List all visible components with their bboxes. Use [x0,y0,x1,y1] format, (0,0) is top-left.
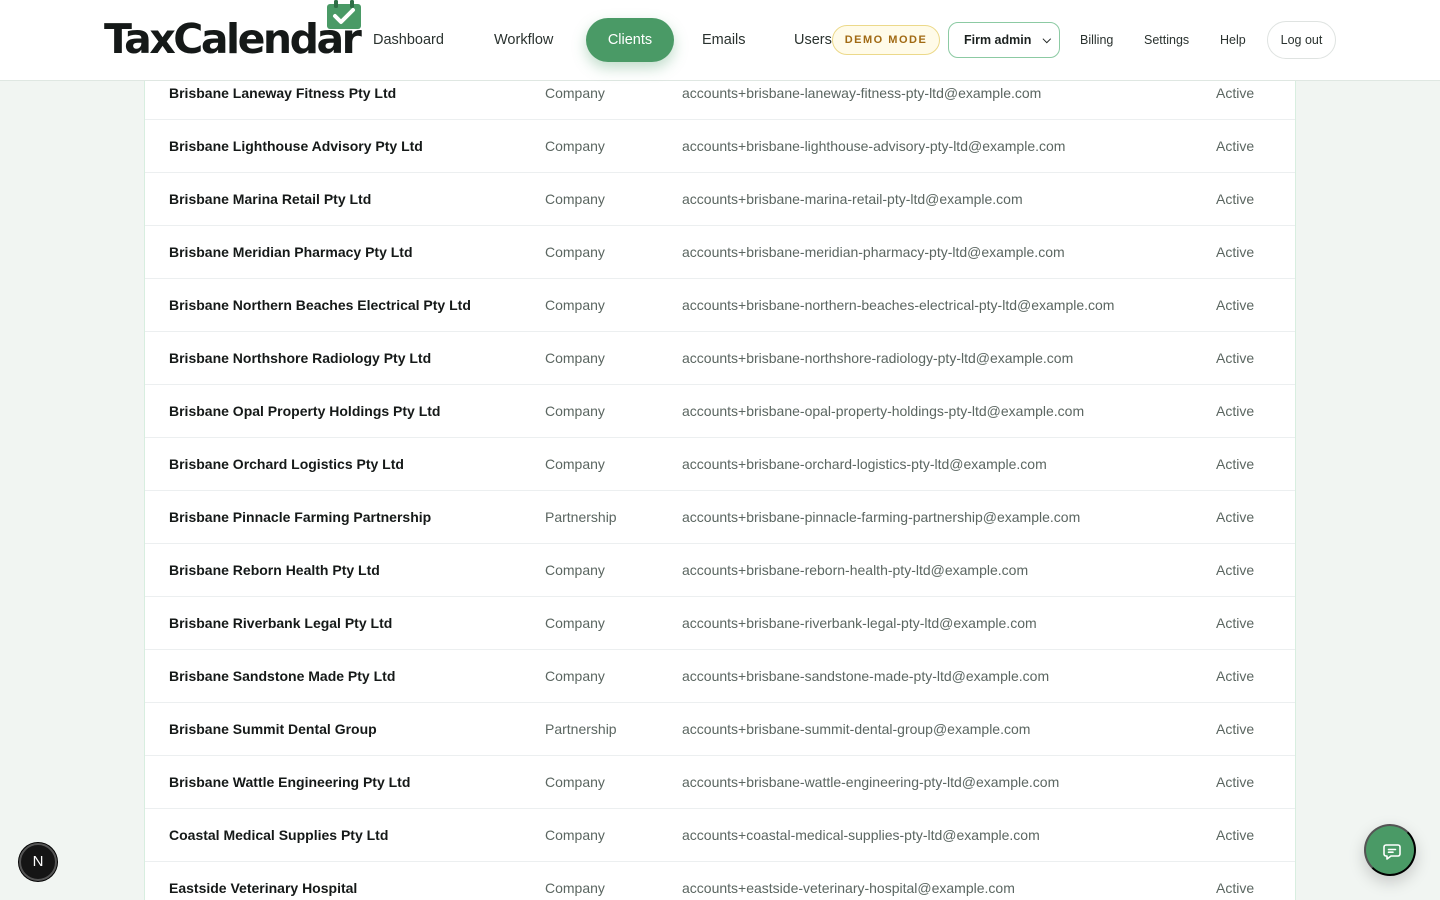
next-logo-icon: N [32,853,44,870]
table-row[interactable]: Brisbane Northern Beaches Electrical Pty… [145,279,1295,332]
client-type: Company [545,244,605,260]
table-row[interactable]: Coastal Medical Supplies Pty Ltd Company… [145,809,1295,862]
role-select-value: Firm admin [964,33,1032,47]
client-email: accounts+brisbane-summit-dental-group@ex… [682,721,1031,737]
nav-dashboard[interactable]: Dashboard [373,0,444,80]
client-name[interactable]: Brisbane Summit Dental Group [169,703,377,756]
nav-billing[interactable]: Billing [1080,0,1113,80]
table-row[interactable]: Brisbane Pinnacle Farming Partnership Pa… [145,491,1295,544]
client-type: Company [545,191,605,207]
client-type: Company [545,297,605,313]
client-status: Active [1216,350,1255,366]
client-name[interactable]: Brisbane Pinnacle Farming Partnership [169,491,431,544]
table-row[interactable]: Brisbane Opal Property Holdings Pty Ltd … [145,385,1295,438]
client-status: Active [1216,509,1255,525]
client-name[interactable]: Brisbane Wattle Engineering Pty Ltd [169,756,410,809]
table-row[interactable]: Brisbane Riverbank Legal Pty Ltd Company… [145,597,1295,650]
table-row[interactable]: Brisbane Marina Retail Pty Ltd Company a… [145,173,1295,226]
client-type: Company [545,880,605,896]
client-name[interactable]: Brisbane Orchard Logistics Pty Ltd [169,438,404,491]
client-email: accounts+brisbane-lighthouse-advisory-pt… [682,138,1066,154]
client-type: Partnership [545,721,617,737]
logout-button[interactable]: Log out [1267,21,1336,59]
client-type: Company [545,615,605,631]
table-row[interactable]: Brisbane Wattle Engineering Pty Ltd Comp… [145,756,1295,809]
client-email: accounts+brisbane-meridian-pharmacy-pty-… [682,244,1065,260]
table-row[interactable]: Brisbane Reborn Health Pty Ltd Company a… [145,544,1295,597]
client-status: Active [1216,562,1255,578]
client-email: accounts+brisbane-riverbank-legal-pty-lt… [682,615,1037,631]
dev-tools-button[interactable]: N [19,843,57,881]
table-row[interactable]: Brisbane Orchard Logistics Pty Ltd Compa… [145,438,1295,491]
client-name[interactable]: Brisbane Lighthouse Advisory Pty Ltd [169,120,423,173]
table-row[interactable]: Brisbane Sandstone Made Pty Ltd Company … [145,650,1295,703]
nav-users[interactable]: Users [794,0,832,80]
client-email: accounts+brisbane-reborn-health-pty-ltd@… [682,562,1029,578]
client-email: accounts+brisbane-opal-property-holdings… [682,403,1085,419]
client-name[interactable]: Eastside Veterinary Hospital [169,862,357,900]
client-email: accounts+brisbane-marina-retail-pty-ltd@… [682,191,1023,207]
top-navigation-bar: TaxCalendar Dashboard Workflow Clients E… [0,0,1440,81]
client-type: Company [545,774,605,790]
client-email: accounts+eastside-veterinary-hospital@ex… [682,880,1015,896]
nav-clients[interactable]: Clients [586,18,674,62]
client-status: Active [1216,880,1255,896]
chat-button[interactable] [1364,824,1416,876]
client-name[interactable]: Brisbane Riverbank Legal Pty Ltd [169,597,392,650]
client-status: Active [1216,403,1255,419]
brand-logo[interactable]: TaxCalendar [104,0,372,70]
nav-workflow[interactable]: Workflow [494,0,553,80]
table-row[interactable]: Brisbane Summit Dental Group Partnership… [145,703,1295,756]
nav-emails[interactable]: Emails [702,0,746,80]
client-type: Company [545,350,605,366]
nav-settings[interactable]: Settings [1144,0,1189,80]
table-row[interactable]: Brisbane Lighthouse Advisory Pty Ltd Com… [145,120,1295,173]
client-status: Active [1216,615,1255,631]
client-name[interactable]: Brisbane Northshore Radiology Pty Ltd [169,332,431,385]
client-email: accounts+brisbane-pinnacle-farming-partn… [682,509,1081,525]
client-name[interactable]: Brisbane Northern Beaches Electrical Pty… [169,279,471,332]
demo-mode-badge: DEMO MODE [832,25,940,55]
client-status: Active [1216,721,1255,737]
brand-logo-text: TaxCalendar [104,15,362,63]
client-status: Active [1216,297,1255,313]
client-name[interactable]: Brisbane Marina Retail Pty Ltd [169,173,371,226]
client-type: Company [545,668,605,684]
table-row[interactable]: Brisbane Meridian Pharmacy Pty Ltd Compa… [145,226,1295,279]
table-row[interactable]: Eastside Veterinary Hospital Company acc… [145,862,1295,900]
nav-help[interactable]: Help [1220,0,1246,80]
client-email: accounts+coastal-medical-supplies-pty-lt… [682,827,1040,843]
client-email: accounts+brisbane-orchard-logistics-pty-… [682,456,1047,472]
client-email: accounts+brisbane-northern-beaches-elect… [682,297,1115,313]
clients-table: Brisbane Laneway Fitness Pty Ltd Company… [144,81,1296,900]
client-name[interactable]: Coastal Medical Supplies Pty Ltd [169,809,388,862]
client-type: Company [545,138,605,154]
client-status: Active [1216,774,1255,790]
client-status: Active [1216,191,1255,207]
client-status: Active [1216,456,1255,472]
client-type: Company [545,827,605,843]
calendar-check-icon [327,0,361,29]
chat-bubble-icon [1383,844,1401,860]
client-type: Company [545,403,605,419]
chevron-down-icon: ⌵ [1042,34,1051,46]
client-name[interactable]: Brisbane Opal Property Holdings Pty Ltd [169,385,440,438]
client-email: accounts+brisbane-northshore-radiology-p… [682,350,1074,366]
client-status: Active [1216,827,1255,843]
table-row[interactable]: Brisbane Northshore Radiology Pty Ltd Co… [145,332,1295,385]
client-email: accounts+brisbane-wattle-engineering-pty… [682,774,1060,790]
client-type: Company [545,562,605,578]
client-type: Company [545,456,605,472]
client-status: Active [1216,138,1255,154]
client-name[interactable]: Brisbane Meridian Pharmacy Pty Ltd [169,226,413,279]
client-name[interactable]: Brisbane Reborn Health Pty Ltd [169,544,380,597]
client-email: accounts+brisbane-sandstone-made-pty-ltd… [682,668,1050,684]
role-select[interactable]: Firm admin ⌵ [948,22,1060,58]
client-name[interactable]: Brisbane Sandstone Made Pty Ltd [169,650,395,703]
client-status: Active [1216,244,1255,260]
client-status: Active [1216,668,1255,684]
client-type: Partnership [545,509,617,525]
